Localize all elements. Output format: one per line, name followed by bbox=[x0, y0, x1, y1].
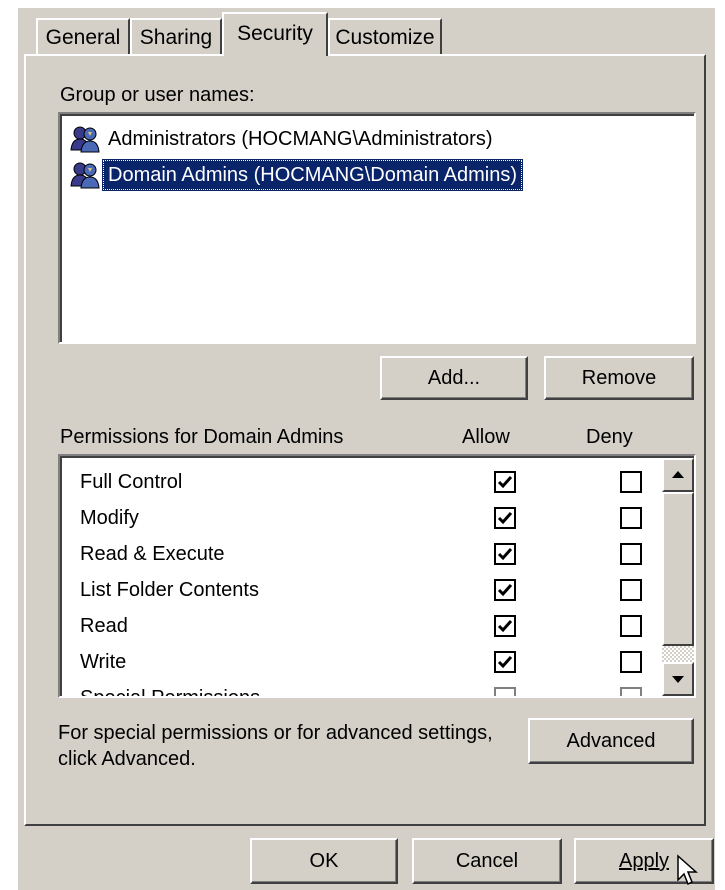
deny-checkbox[interactable] bbox=[620, 471, 642, 493]
tab-security[interactable]: Security bbox=[222, 12, 328, 56]
permission-label: Modify bbox=[80, 507, 139, 529]
allow-checkbox[interactable] bbox=[494, 615, 516, 637]
advanced-button-label: Advanced bbox=[566, 730, 656, 752]
top-margin bbox=[0, 0, 725, 8]
remove-button-label: Remove bbox=[581, 367, 657, 389]
advanced-button[interactable]: Advanced bbox=[528, 718, 694, 764]
allow-checkbox[interactable] bbox=[494, 543, 516, 565]
list-item-domain-admins[interactable]: Domain Admins (HOCMANG\Domain Admins) bbox=[68, 158, 523, 192]
permission-row-full-control: Full Control bbox=[80, 464, 660, 500]
check-icon bbox=[497, 584, 513, 597]
permission-label: Special Permissions bbox=[80, 687, 261, 698]
permissions-label: Permissions for Domain Admins bbox=[60, 426, 344, 448]
allow-checkbox[interactable] bbox=[494, 651, 516, 673]
permission-row-read: Read bbox=[80, 608, 660, 644]
tab-sharing-label: Sharing bbox=[139, 26, 213, 49]
check-icon bbox=[497, 548, 513, 561]
scroll-up-button[interactable] bbox=[662, 458, 694, 492]
list-item-label: Domain Admins (HOCMANG\Domain Admins) bbox=[102, 159, 523, 191]
check-icon bbox=[497, 656, 513, 669]
list-item-label: Administrators (HOCMANG\Administrators) bbox=[108, 128, 493, 150]
advanced-note-line2: click Advanced. bbox=[58, 748, 196, 770]
remove-button[interactable]: Remove bbox=[544, 356, 694, 400]
permission-label: Read & Execute bbox=[80, 543, 225, 565]
tab-general[interactable]: General bbox=[36, 18, 130, 54]
tab-customize[interactable]: Customize bbox=[328, 18, 442, 54]
ok-button-label: OK bbox=[309, 850, 339, 872]
ok-button[interactable]: OK bbox=[250, 838, 398, 884]
tab-customize-label: Customize bbox=[335, 26, 435, 49]
permissions-list: Full Control Modify Read & Execute List … bbox=[58, 454, 696, 698]
scroll-thumb[interactable] bbox=[662, 492, 694, 646]
permission-label: List Folder Contents bbox=[80, 579, 259, 601]
check-icon bbox=[497, 620, 513, 633]
permissions-scrollbar[interactable] bbox=[662, 458, 694, 696]
deny-column-header: Deny bbox=[586, 426, 633, 448]
tab-security-label: Security bbox=[237, 22, 313, 45]
apply-button-label: Apply bbox=[618, 850, 670, 872]
list-item-administrators[interactable]: Administrators (HOCMANG\Administrators) bbox=[68, 122, 499, 156]
allow-checkbox[interactable] bbox=[494, 507, 516, 529]
right-margin bbox=[715, 0, 725, 890]
tab-general-label: General bbox=[45, 26, 121, 49]
permission-row-write: Write bbox=[80, 644, 660, 680]
users-group-icon bbox=[68, 160, 102, 190]
deny-checkbox[interactable] bbox=[620, 615, 642, 637]
permission-label: Write bbox=[80, 651, 127, 673]
allow-checkbox[interactable] bbox=[494, 471, 516, 493]
add-button-label: Add... bbox=[427, 367, 481, 389]
cancel-button[interactable]: Cancel bbox=[412, 838, 562, 884]
deny-checkbox[interactable] bbox=[620, 651, 642, 673]
left-margin bbox=[0, 0, 18, 890]
permission-row-modify: Modify bbox=[80, 500, 660, 536]
permission-row-list-folder-contents: List Folder Contents bbox=[80, 572, 660, 608]
allow-column-header: Allow bbox=[462, 426, 510, 448]
arrow-up-icon bbox=[672, 471, 684, 478]
permission-row-read-execute: Read & Execute bbox=[80, 536, 660, 572]
permission-label: Read bbox=[80, 615, 128, 637]
group-user-list[interactable]: Administrators (HOCMANG\Administrators) … bbox=[58, 112, 696, 344]
add-button[interactable]: Add... bbox=[380, 356, 528, 400]
tab-sharing[interactable]: Sharing bbox=[130, 18, 222, 54]
arrow-down-icon bbox=[672, 676, 684, 683]
permission-row-special-permissions: Special Permissions bbox=[80, 680, 660, 698]
deny-checkbox[interactable] bbox=[620, 687, 642, 696]
allow-checkbox[interactable] bbox=[494, 687, 516, 696]
advanced-note-line1: For special permissions or for advanced … bbox=[58, 722, 493, 744]
group-list-label: Group or user names: bbox=[60, 84, 255, 106]
cancel-button-label: Cancel bbox=[455, 850, 519, 872]
scroll-down-button[interactable] bbox=[662, 662, 694, 696]
deny-checkbox[interactable] bbox=[620, 579, 642, 601]
scroll-track[interactable] bbox=[662, 646, 694, 662]
users-group-icon bbox=[68, 124, 102, 154]
check-icon bbox=[497, 512, 513, 525]
deny-checkbox[interactable] bbox=[620, 507, 642, 529]
mouse-pointer-icon bbox=[677, 854, 698, 886]
allow-checkbox[interactable] bbox=[494, 579, 516, 601]
advanced-note: For special permissions or for advanced … bbox=[58, 720, 493, 772]
check-icon bbox=[497, 476, 513, 489]
permission-label: Full Control bbox=[80, 471, 183, 493]
deny-checkbox[interactable] bbox=[620, 543, 642, 565]
